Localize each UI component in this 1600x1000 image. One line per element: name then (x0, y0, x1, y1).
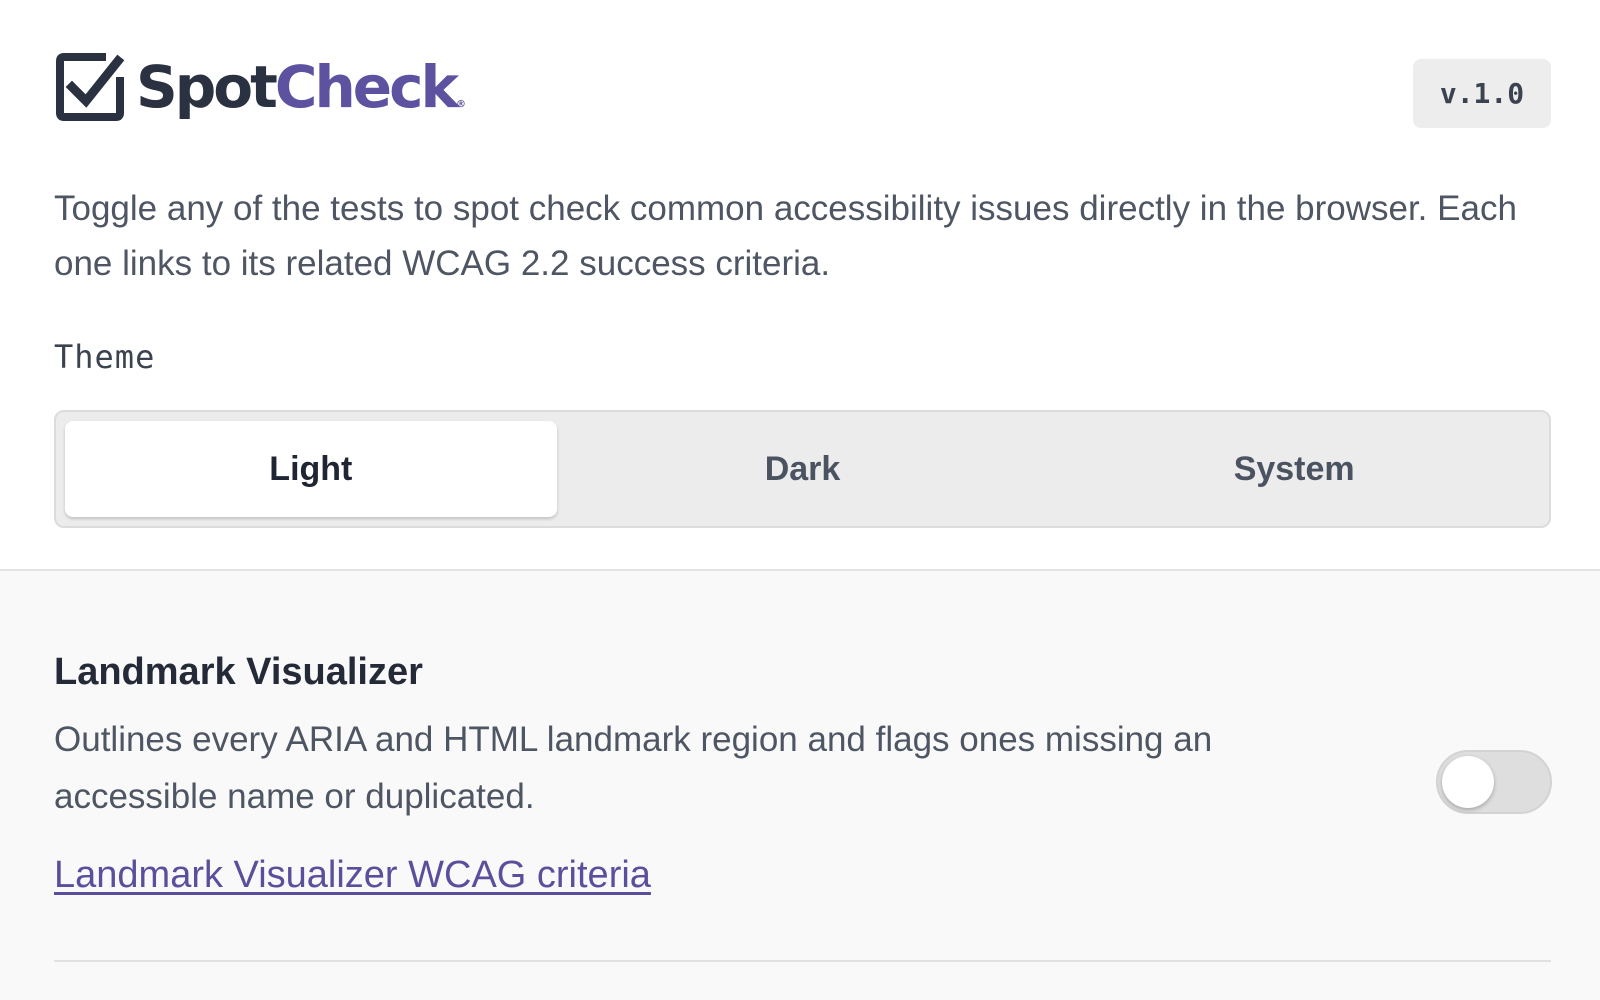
wcag-criteria-link[interactable]: Landmark Visualizer WCAG criteria (54, 854, 651, 897)
registered-mark: ® (456, 99, 467, 110)
theme-option-dark[interactable]: Dark (557, 421, 1049, 517)
brand-name-check: Check (274, 53, 459, 121)
theme-option-light[interactable]: Light (65, 421, 557, 517)
brand-name: SpotCheck® (136, 58, 466, 116)
theme-switcher: Light Dark System (54, 410, 1551, 528)
tool-card-landmark-visualizer: Landmark Visualizer Outlines every ARIA … (0, 571, 1600, 1000)
section-divider (54, 960, 1551, 962)
version-badge: v.1.0 (1413, 59, 1551, 128)
header-panel: SpotCheck® v.1.0 Toggle any of the tests… (0, 0, 1600, 571)
brand-name-spot: Spot (136, 53, 278, 121)
toggle-knob (1442, 756, 1494, 808)
tool-description: Outlines every ARIA and HTML landmark re… (54, 720, 1213, 816)
theme-label: Theme (54, 338, 156, 376)
checkbox-check-icon (56, 53, 125, 121)
brand-logo: SpotCheck® (54, 50, 466, 124)
tool-title: Landmark Visualizer (54, 651, 423, 693)
landmark-visualizer-toggle[interactable] (1436, 750, 1552, 814)
intro-text: Toggle any of the tests to spot check co… (54, 189, 1517, 283)
theme-option-system[interactable]: System (1048, 421, 1540, 517)
